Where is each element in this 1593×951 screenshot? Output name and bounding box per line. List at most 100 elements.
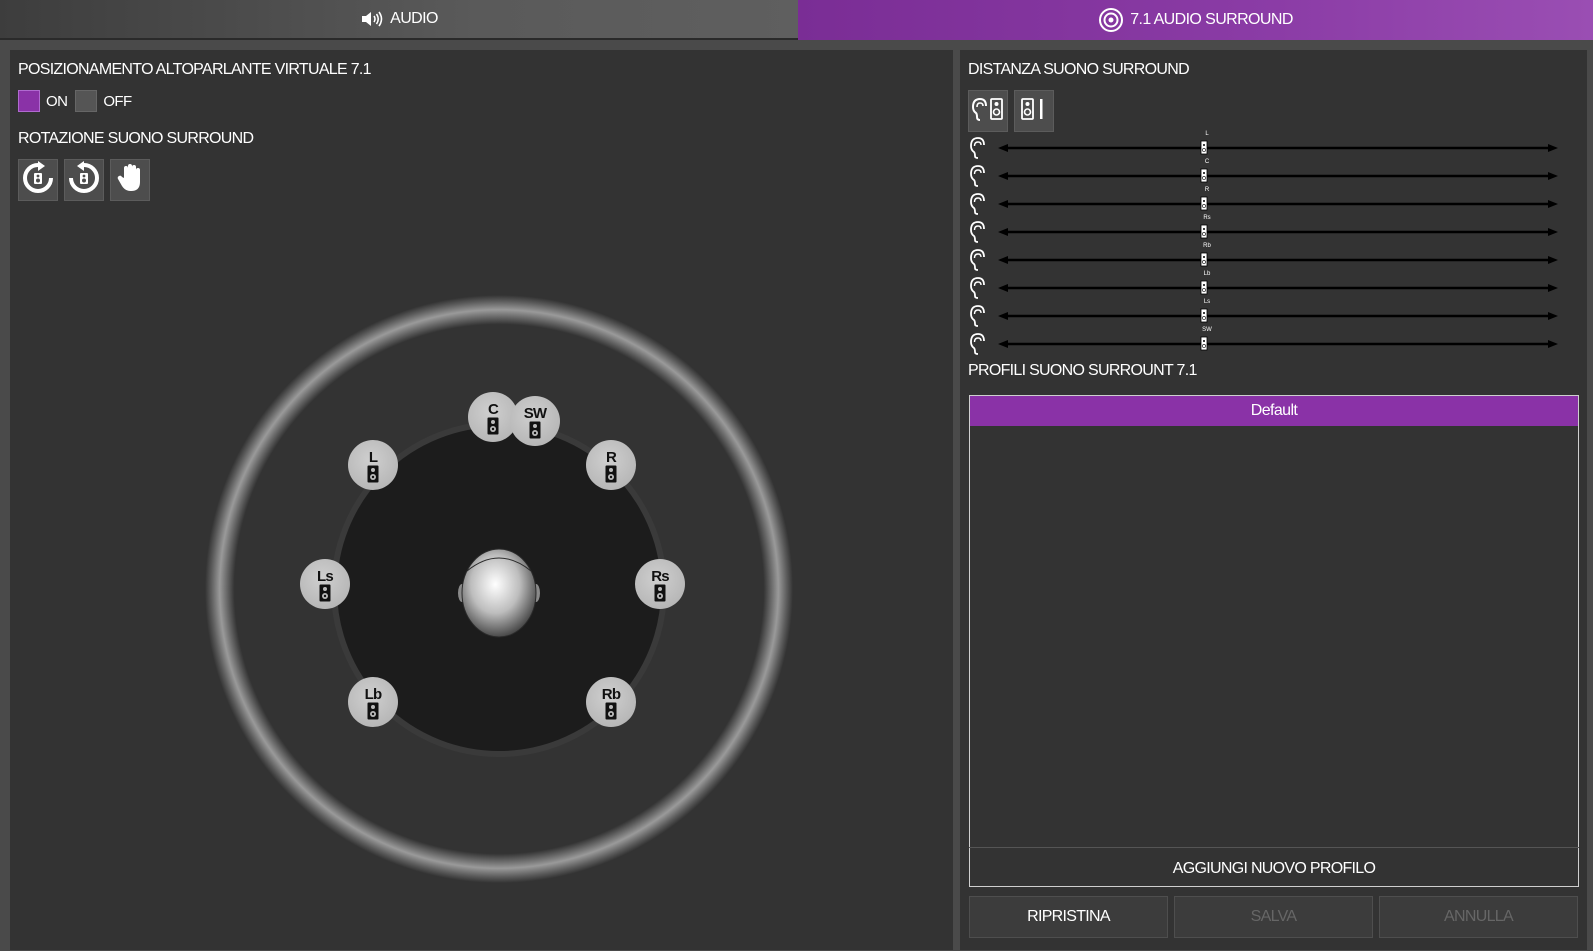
distance-slider-label: C [1204, 159, 1210, 165]
tab-audio[interactable]: AUDIO [0, 0, 798, 40]
speaker-r-label: R [605, 448, 617, 466]
speaker-icon [360, 9, 384, 29]
surround-distance-panel: DISTANZA SUONO SURROUND L C R Rs Rb Lb Ls SW PR [960, 50, 1587, 950]
distance-slider-track[interactable] [998, 219, 1558, 245]
toggle-on-checkbox[interactable] [18, 90, 40, 112]
ear-icon [970, 165, 985, 187]
toggle-off-label: OFF [103, 92, 132, 110]
distance-slider-row[interactable]: L [970, 131, 1570, 161]
distance-slider-thumb [1200, 252, 1208, 267]
speaker-position-panel: POSIZIONAMENTO ALTOPARLANTE VIRTUALE 7.1… [10, 50, 953, 950]
add-profile-label: AGGIUNGI NUOVO PROFILO [1172, 859, 1376, 877]
speaker-l-label: L [368, 448, 378, 466]
distance-slider-track[interactable] [998, 303, 1558, 329]
speaker-sw-icon [529, 421, 541, 438]
virtual-speaker-heading: POSIZIONAMENTO ALTOPARLANTE VIRTUALE 7.1 [18, 61, 372, 78]
toggle-on-label: ON [46, 92, 68, 110]
distance-slider-thumb [1200, 308, 1208, 323]
speaker-l-icon [367, 465, 379, 482]
distance-slider-thumb [1200, 140, 1208, 155]
speaker-line-icon [1019, 96, 1049, 127]
profiles-heading: PROFILI SUONO SURROUNT 7.1 [968, 362, 1197, 379]
ear-icon [970, 137, 985, 159]
speaker-r-icon [605, 465, 617, 482]
tab-audio-label: AUDIO [390, 10, 438, 27]
distance-slider-thumb [1200, 280, 1208, 295]
speaker-rs-icon [654, 584, 666, 601]
distance-slider-row[interactable]: Lb [970, 271, 1570, 301]
tab-surround-label: 7.1 AUDIO SURROUND [1130, 11, 1293, 28]
distance-slider-thumb [1200, 168, 1208, 183]
distance-slider-label: Ls [1203, 299, 1211, 305]
add-profile-button[interactable]: AGGIUNGI NUOVO PROFILO [969, 847, 1579, 889]
distance-slider-label: Rs [1203, 215, 1211, 221]
speaker-c-label: C [487, 400, 499, 418]
virtual-speaker-toggle: ON OFF [18, 90, 132, 112]
distance-slider-label: Lb [1203, 271, 1211, 277]
ear-icon [970, 333, 985, 355]
rotate-clockwise-button[interactable] [18, 159, 58, 201]
ear-icon [970, 221, 985, 243]
distance-slider-label: R [1204, 187, 1210, 193]
ear-icon [970, 305, 985, 327]
ear-icon [970, 193, 985, 215]
speaker-lb[interactable]: Lb [348, 677, 398, 727]
speaker-sw[interactable]: SW [510, 396, 560, 446]
profile-item-label: Default [1250, 402, 1298, 419]
distance-slider-row[interactable]: Rb [970, 243, 1570, 273]
distance-slider-track[interactable] [998, 191, 1558, 217]
distance-slider-row[interactable]: Rs [970, 215, 1570, 245]
speaker-ls[interactable]: Ls [300, 559, 350, 609]
speaker-lb-label: Lb [364, 685, 383, 703]
speaker-lb-icon [367, 702, 379, 719]
hand-drag-icon [115, 162, 145, 199]
speaker-l[interactable]: L [348, 440, 398, 490]
distance-slider-row[interactable]: Ls [970, 299, 1570, 329]
surround-icon [1098, 7, 1124, 33]
reset-button-label: RIPRISTINA [1027, 908, 1110, 925]
rotate-clockwise-icon [21, 160, 55, 200]
speaker-rb-label: Rb [601, 685, 621, 703]
distance-slider-track[interactable] [998, 247, 1558, 273]
speaker-ls-label: Ls [317, 567, 334, 585]
ear-icon [970, 277, 985, 299]
rotation-heading: ROTAZIONE SUONO SURROUND [18, 130, 254, 147]
distance-slider-track[interactable] [998, 331, 1558, 357]
speaker-rs-label: Rs [651, 567, 669, 585]
distance-slider-track[interactable] [998, 275, 1558, 301]
profile-item-default[interactable]: Default [970, 396, 1578, 426]
distance-heading: DISTANZA SUONO SURROUND [968, 61, 1190, 78]
toggle-off-checkbox[interactable] [75, 90, 98, 112]
distance-slider-track[interactable] [998, 135, 1558, 161]
distance-slider-thumb [1200, 196, 1208, 211]
save-button-label: SALVA [1250, 908, 1297, 925]
speaker-rb[interactable]: Rb [586, 677, 636, 727]
distance-slider-row[interactable]: R [970, 187, 1570, 217]
cancel-button-label: ANNULLA [1444, 908, 1514, 925]
distance-slider-label: SW [1202, 327, 1212, 333]
rotate-counterclockwise-icon [67, 160, 101, 200]
speaker-c-icon [487, 417, 499, 434]
ear-speaker-button[interactable] [968, 90, 1008, 132]
speaker-ls-icon [319, 584, 331, 601]
distance-slider-thumb [1200, 336, 1208, 351]
tab-bar: AUDIO 7.1 AUDIO SURROUND [0, 0, 1593, 40]
ear-speaker-icon [971, 96, 1005, 127]
rotate-counterclockwise-button[interactable] [64, 159, 104, 201]
distance-slider-row[interactable]: C [970, 159, 1570, 189]
speaker-rs[interactable]: Rs [635, 559, 685, 609]
distance-slider-row[interactable]: SW [970, 327, 1570, 357]
cancel-button[interactable]: ANNULLA [1379, 896, 1578, 938]
reset-button[interactable]: RIPRISTINA [969, 896, 1168, 938]
tab-surround[interactable]: 7.1 AUDIO SURROUND [798, 0, 1593, 40]
profile-list: Default [969, 395, 1579, 887]
speaker-line-button[interactable] [1014, 90, 1054, 132]
speaker-rb-icon [605, 702, 617, 719]
save-button[interactable]: SALVA [1174, 896, 1373, 938]
distance-slider-label: Rb [1203, 243, 1211, 249]
speaker-r[interactable]: R [586, 440, 636, 490]
distance-slider-track[interactable] [998, 163, 1558, 189]
distance-slider-label: L [1205, 131, 1209, 137]
speaker-sw-label: SW [523, 404, 547, 422]
hand-drag-button[interactable] [110, 159, 150, 201]
